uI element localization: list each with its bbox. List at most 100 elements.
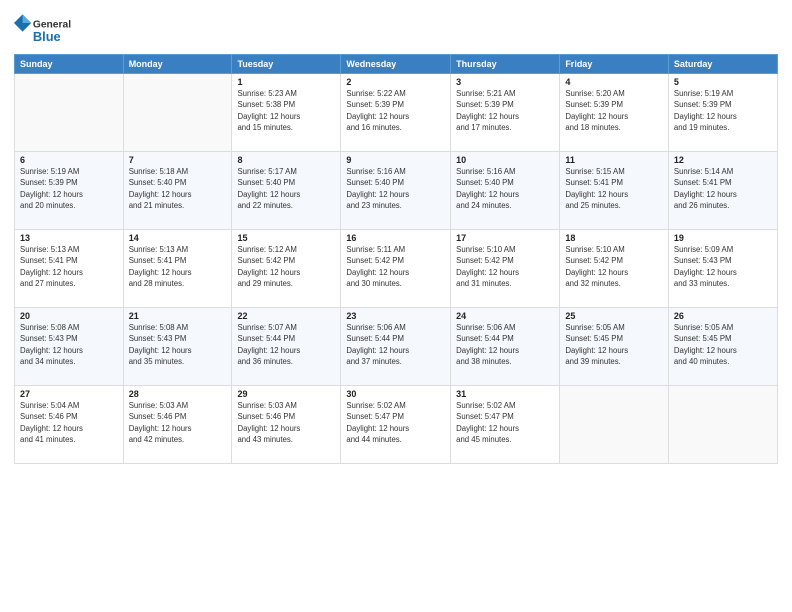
day-number: 3 — [456, 77, 554, 87]
day-number: 25 — [565, 311, 663, 321]
day-detail: Sunrise: 5:05 AM Sunset: 5:45 PM Dayligh… — [565, 322, 663, 367]
calendar-cell: 15Sunrise: 5:12 AM Sunset: 5:42 PM Dayli… — [232, 230, 341, 308]
calendar-cell — [668, 386, 777, 464]
day-detail: Sunrise: 5:08 AM Sunset: 5:43 PM Dayligh… — [129, 322, 227, 367]
day-number: 8 — [237, 155, 335, 165]
day-number: 27 — [20, 389, 118, 399]
day-detail: Sunrise: 5:09 AM Sunset: 5:43 PM Dayligh… — [674, 244, 772, 289]
day-number: 6 — [20, 155, 118, 165]
calendar-week-row: 6Sunrise: 5:19 AM Sunset: 5:39 PM Daylig… — [15, 152, 778, 230]
calendar-week-row: 20Sunrise: 5:08 AM Sunset: 5:43 PM Dayli… — [15, 308, 778, 386]
day-number: 14 — [129, 233, 227, 243]
day-number: 23 — [346, 311, 445, 321]
calendar-cell: 9Sunrise: 5:16 AM Sunset: 5:40 PM Daylig… — [341, 152, 451, 230]
day-number: 4 — [565, 77, 663, 87]
day-number: 13 — [20, 233, 118, 243]
calendar-cell: 22Sunrise: 5:07 AM Sunset: 5:44 PM Dayli… — [232, 308, 341, 386]
calendar-cell: 18Sunrise: 5:10 AM Sunset: 5:42 PM Dayli… — [560, 230, 669, 308]
day-number: 22 — [237, 311, 335, 321]
day-number: 7 — [129, 155, 227, 165]
day-detail: Sunrise: 5:20 AM Sunset: 5:39 PM Dayligh… — [565, 88, 663, 133]
day-detail: Sunrise: 5:06 AM Sunset: 5:44 PM Dayligh… — [456, 322, 554, 367]
calendar-cell: 10Sunrise: 5:16 AM Sunset: 5:40 PM Dayli… — [451, 152, 560, 230]
day-number: 17 — [456, 233, 554, 243]
day-detail: Sunrise: 5:06 AM Sunset: 5:44 PM Dayligh… — [346, 322, 445, 367]
day-number: 21 — [129, 311, 227, 321]
calendar-cell: 26Sunrise: 5:05 AM Sunset: 5:45 PM Dayli… — [668, 308, 777, 386]
col-header-sunday: Sunday — [15, 55, 124, 74]
day-number: 10 — [456, 155, 554, 165]
day-detail: Sunrise: 5:08 AM Sunset: 5:43 PM Dayligh… — [20, 322, 118, 367]
day-number: 9 — [346, 155, 445, 165]
col-header-wednesday: Wednesday — [341, 55, 451, 74]
day-detail: Sunrise: 5:11 AM Sunset: 5:42 PM Dayligh… — [346, 244, 445, 289]
day-number: 16 — [346, 233, 445, 243]
calendar-cell — [15, 74, 124, 152]
calendar-cell: 27Sunrise: 5:04 AM Sunset: 5:46 PM Dayli… — [15, 386, 124, 464]
calendar-cell: 17Sunrise: 5:10 AM Sunset: 5:42 PM Dayli… — [451, 230, 560, 308]
day-detail: Sunrise: 5:18 AM Sunset: 5:40 PM Dayligh… — [129, 166, 227, 211]
day-detail: Sunrise: 5:23 AM Sunset: 5:38 PM Dayligh… — [237, 88, 335, 133]
day-number: 1 — [237, 77, 335, 87]
calendar-week-row: 27Sunrise: 5:04 AM Sunset: 5:46 PM Dayli… — [15, 386, 778, 464]
day-detail: Sunrise: 5:05 AM Sunset: 5:45 PM Dayligh… — [674, 322, 772, 367]
day-detail: Sunrise: 5:07 AM Sunset: 5:44 PM Dayligh… — [237, 322, 335, 367]
calendar-cell: 31Sunrise: 5:02 AM Sunset: 5:47 PM Dayli… — [451, 386, 560, 464]
day-number: 20 — [20, 311, 118, 321]
calendar-cell: 20Sunrise: 5:08 AM Sunset: 5:43 PM Dayli… — [15, 308, 124, 386]
header: General Blue — [14, 10, 778, 48]
day-number: 11 — [565, 155, 663, 165]
day-number: 28 — [129, 389, 227, 399]
col-header-saturday: Saturday — [668, 55, 777, 74]
calendar-cell — [123, 74, 232, 152]
calendar-cell: 14Sunrise: 5:13 AM Sunset: 5:41 PM Dayli… — [123, 230, 232, 308]
calendar-cell: 3Sunrise: 5:21 AM Sunset: 5:39 PM Daylig… — [451, 74, 560, 152]
col-header-friday: Friday — [560, 55, 669, 74]
day-detail: Sunrise: 5:12 AM Sunset: 5:42 PM Dayligh… — [237, 244, 335, 289]
calendar-cell: 21Sunrise: 5:08 AM Sunset: 5:43 PM Dayli… — [123, 308, 232, 386]
calendar-cell: 6Sunrise: 5:19 AM Sunset: 5:39 PM Daylig… — [15, 152, 124, 230]
day-detail: Sunrise: 5:16 AM Sunset: 5:40 PM Dayligh… — [346, 166, 445, 211]
day-detail: Sunrise: 5:19 AM Sunset: 5:39 PM Dayligh… — [674, 88, 772, 133]
logo: General Blue — [14, 10, 74, 48]
day-detail: Sunrise: 5:21 AM Sunset: 5:39 PM Dayligh… — [456, 88, 554, 133]
day-detail: Sunrise: 5:10 AM Sunset: 5:42 PM Dayligh… — [456, 244, 554, 289]
calendar-cell: 5Sunrise: 5:19 AM Sunset: 5:39 PM Daylig… — [668, 74, 777, 152]
calendar-cell: 2Sunrise: 5:22 AM Sunset: 5:39 PM Daylig… — [341, 74, 451, 152]
day-number: 29 — [237, 389, 335, 399]
calendar-week-row: 13Sunrise: 5:13 AM Sunset: 5:41 PM Dayli… — [15, 230, 778, 308]
calendar-cell: 11Sunrise: 5:15 AM Sunset: 5:41 PM Dayli… — [560, 152, 669, 230]
day-number: 18 — [565, 233, 663, 243]
col-header-monday: Monday — [123, 55, 232, 74]
day-number: 2 — [346, 77, 445, 87]
calendar-cell — [560, 386, 669, 464]
day-detail: Sunrise: 5:13 AM Sunset: 5:41 PM Dayligh… — [20, 244, 118, 289]
day-detail: Sunrise: 5:02 AM Sunset: 5:47 PM Dayligh… — [346, 400, 445, 445]
day-detail: Sunrise: 5:04 AM Sunset: 5:46 PM Dayligh… — [20, 400, 118, 445]
day-detail: Sunrise: 5:03 AM Sunset: 5:46 PM Dayligh… — [237, 400, 335, 445]
day-number: 31 — [456, 389, 554, 399]
calendar-cell: 8Sunrise: 5:17 AM Sunset: 5:40 PM Daylig… — [232, 152, 341, 230]
page: General Blue SundayMondayTuesdayWednesda… — [0, 0, 792, 612]
calendar-header-row: SundayMondayTuesdayWednesdayThursdayFrid… — [15, 55, 778, 74]
calendar-cell: 19Sunrise: 5:09 AM Sunset: 5:43 PM Dayli… — [668, 230, 777, 308]
day-detail: Sunrise: 5:03 AM Sunset: 5:46 PM Dayligh… — [129, 400, 227, 445]
day-number: 19 — [674, 233, 772, 243]
calendar-cell: 28Sunrise: 5:03 AM Sunset: 5:46 PM Dayli… — [123, 386, 232, 464]
day-detail: Sunrise: 5:15 AM Sunset: 5:41 PM Dayligh… — [565, 166, 663, 211]
day-number: 30 — [346, 389, 445, 399]
calendar-cell: 16Sunrise: 5:11 AM Sunset: 5:42 PM Dayli… — [341, 230, 451, 308]
day-number: 5 — [674, 77, 772, 87]
calendar-cell: 24Sunrise: 5:06 AM Sunset: 5:44 PM Dayli… — [451, 308, 560, 386]
svg-text:Blue: Blue — [33, 29, 61, 44]
day-number: 12 — [674, 155, 772, 165]
day-detail: Sunrise: 5:19 AM Sunset: 5:39 PM Dayligh… — [20, 166, 118, 211]
day-detail: Sunrise: 5:13 AM Sunset: 5:41 PM Dayligh… — [129, 244, 227, 289]
logo-svg: General Blue — [14, 10, 74, 48]
calendar-cell: 4Sunrise: 5:20 AM Sunset: 5:39 PM Daylig… — [560, 74, 669, 152]
day-number: 24 — [456, 311, 554, 321]
day-detail: Sunrise: 5:10 AM Sunset: 5:42 PM Dayligh… — [565, 244, 663, 289]
day-detail: Sunrise: 5:02 AM Sunset: 5:47 PM Dayligh… — [456, 400, 554, 445]
col-header-thursday: Thursday — [451, 55, 560, 74]
calendar-cell: 7Sunrise: 5:18 AM Sunset: 5:40 PM Daylig… — [123, 152, 232, 230]
